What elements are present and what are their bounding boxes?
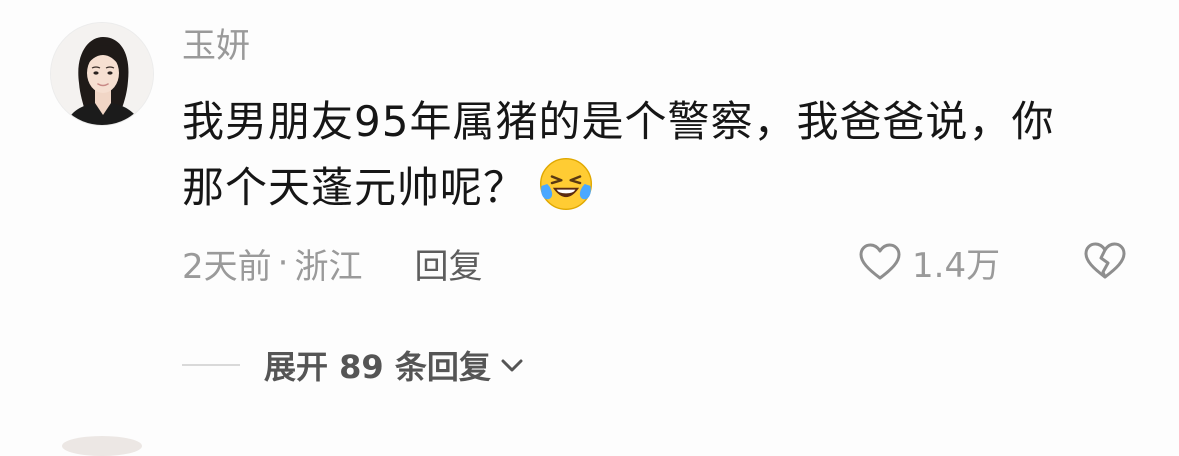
comment-text: 我男朋友95年属猪的是个警察，我爸爸说，你 那个天蓬元帅呢？ (182, 90, 1112, 218)
heart-outline-icon (859, 243, 901, 280)
avatar-image (51, 23, 153, 125)
comment-meta: 2天前 · 浙江 回复 (182, 238, 482, 288)
laughing-with-tears-emoji-icon (540, 157, 593, 211)
avatar[interactable] (50, 22, 154, 126)
comment-item: 玉妍 我男朋友95年属猪的是个警察，我爸爸说，你 那个天蓬元帅呢？ 2天前 · … (0, 0, 1179, 456)
comment-text-line-2: 那个天蓬元帅呢？ (182, 154, 1112, 218)
expand-divider (182, 364, 240, 366)
comment-time: 2天前 (182, 246, 272, 287)
comment-location: 浙江 (294, 246, 363, 287)
expand-replies-label: 展开 89 条回复 (264, 348, 491, 386)
username[interactable]: 玉妍 (182, 24, 250, 68)
dislike-button[interactable] (1082, 238, 1128, 284)
like-count: 1.4万 (912, 245, 1001, 286)
comment-text-line-2-text: 那个天蓬元帅呢？ (182, 163, 527, 212)
expand-replies-button[interactable]: 展开 89 条回复 (182, 340, 527, 390)
chevron-down-icon (501, 359, 523, 372)
broken-heart-icon (1084, 242, 1126, 279)
next-comment-avatar[interactable] (62, 436, 142, 456)
like-button[interactable]: 1.4万 (858, 236, 1000, 288)
reply-button[interactable]: 回复 (414, 239, 482, 288)
comment-text-line-1: 我男朋友95年属猪的是个警察，我爸爸说，你 (182, 97, 1055, 146)
meta-separator: · (277, 243, 289, 283)
